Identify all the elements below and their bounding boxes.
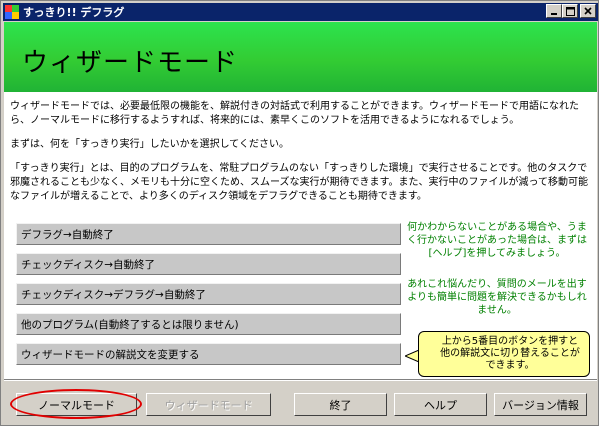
title-bar: すっきり!! デフラグ — [3, 3, 598, 21]
app-window: すっきり!! デフラグ ウィザードモード ウィザードモードでは、必要最低限の機能… — [0, 0, 599, 426]
help-hint-text-2: あれこれ悩んだり、質問のメールを出すよりも簡単に問題を解決できるかもしれません。 — [407, 279, 587, 316]
help-button[interactable]: ヘルプ — [394, 393, 487, 416]
app-icon — [5, 5, 19, 19]
instruction-text: まずは、何を「すっきり実行」したいかを選択してください。 — [10, 139, 289, 150]
main-content: ウィザードモードでは、必要最低限の機能を、解説付きの対話式で利用することができま… — [4, 92, 597, 379]
page-title: ウィザードモード — [22, 48, 239, 78]
checkdisk-autoexit-button[interactable]: チェックディスク→自動終了 — [16, 253, 401, 275]
window-title: すっきり!! デフラグ — [23, 6, 125, 19]
description-paragraph: 「すっきり実行」とは、目的のプログラムを、常駐プログラムのない「すっきりした環境… — [10, 163, 588, 202]
exit-button[interactable]: 終了 — [294, 393, 387, 416]
close-icon[interactable] — [580, 4, 596, 18]
version-info-button[interactable]: バージョン情報 — [494, 393, 587, 416]
maximize-icon[interactable] — [562, 4, 578, 18]
header-banner: ウィザードモード — [4, 22, 597, 92]
other-program-button[interactable]: 他のプログラム(自動終了するとは限りません) — [16, 313, 401, 335]
checkdisk-defrag-autoexit-button[interactable]: チェックディスク→デフラグ→自動終了 — [16, 283, 401, 305]
change-wizard-text-button[interactable]: ウィザードモードの解説文を変更する — [16, 343, 401, 365]
bottom-separator — [4, 379, 597, 381]
callout-tooltip: 上から5番目のボタンを押すと他の解説文に切り替えることができます。 — [418, 331, 590, 377]
highlight-oval — [10, 389, 142, 419]
defrag-autoexit-button[interactable]: デフラグ→自動終了 — [16, 223, 401, 245]
help-hint-text: 何かわからないことがある場合や、うまく行かないことがあった場合は、まずは[ヘルプ… — [407, 222, 587, 259]
wizard-mode-button[interactable]: ウィザードモード — [146, 393, 271, 416]
intro-paragraph: ウィザードモードでは、必要最低限の機能を、解説付きの対話式で利用することができま… — [10, 101, 579, 126]
minimize-icon[interactable] — [546, 4, 562, 18]
